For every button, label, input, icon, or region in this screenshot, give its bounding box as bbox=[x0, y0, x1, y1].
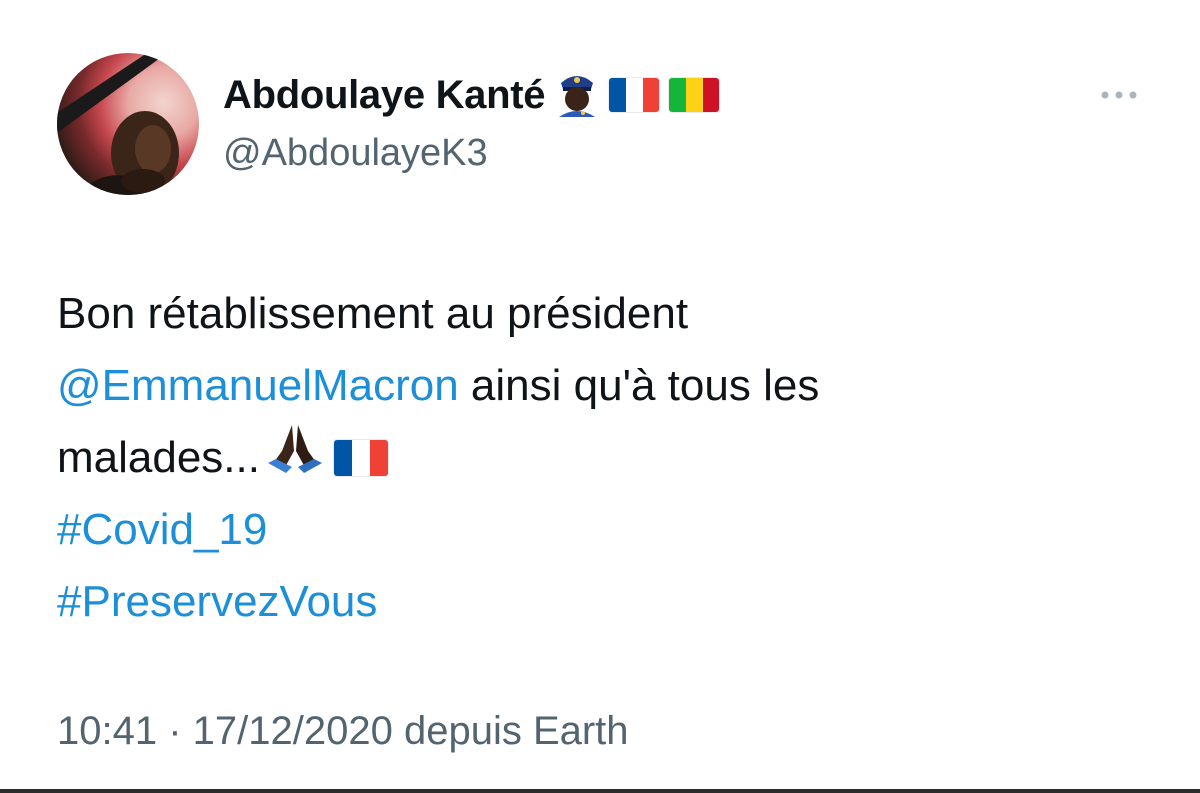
france-flag-icon bbox=[609, 78, 660, 112]
hashtag-link[interactable]: #PreservezVous bbox=[57, 566, 377, 638]
more-options-button[interactable] bbox=[1096, 82, 1142, 108]
police-officer-emoji-icon bbox=[555, 69, 599, 122]
tweet-line-3: malades... bbox=[57, 422, 1157, 494]
tweet-text: Bon rétablissement au président @Emmanue… bbox=[57, 278, 1157, 638]
tweet-line-1: Bon rétablissement au président bbox=[57, 278, 1157, 350]
more-dots-icon bbox=[1101, 91, 1137, 99]
tweet-text-segment: malades... bbox=[57, 433, 260, 482]
divider bbox=[0, 789, 1200, 793]
avatar-photo bbox=[57, 53, 179, 195]
tweet-line-4: #Covid_19 bbox=[57, 494, 1157, 566]
author-display-name[interactable]: Abdoulaye Kanté bbox=[223, 73, 546, 118]
hashtag-link[interactable]: #Covid_19 bbox=[57, 494, 267, 566]
author-handle[interactable]: @AbdoulayeK3 bbox=[223, 132, 488, 175]
author-badges bbox=[555, 69, 720, 122]
tweet-timestamp[interactable]: 10:41 · 17/12/2020 depuis Earth bbox=[57, 709, 629, 754]
folded-hands-icon bbox=[262, 421, 328, 495]
mention-link[interactable]: @EmmanuelMacron bbox=[57, 350, 459, 422]
tweet-text-segment: Bon rétablissement au président bbox=[57, 289, 689, 338]
avatar[interactable] bbox=[57, 53, 199, 195]
france-flag-icon bbox=[333, 440, 388, 476]
tweet-line-5: #PreservezVous bbox=[57, 566, 1157, 638]
tweet-line-2: @EmmanuelMacron ainsi qu'à tous les bbox=[57, 350, 1157, 422]
mali-flag-icon bbox=[669, 78, 720, 112]
tweet-card: Abdoulaye Kanté @AbdoulayeK3 Bon rétabli… bbox=[0, 0, 1200, 793]
tweet-text-segment: ainsi qu'à tous les bbox=[458, 361, 820, 410]
author-name-row: Abdoulaye Kanté bbox=[223, 69, 720, 122]
